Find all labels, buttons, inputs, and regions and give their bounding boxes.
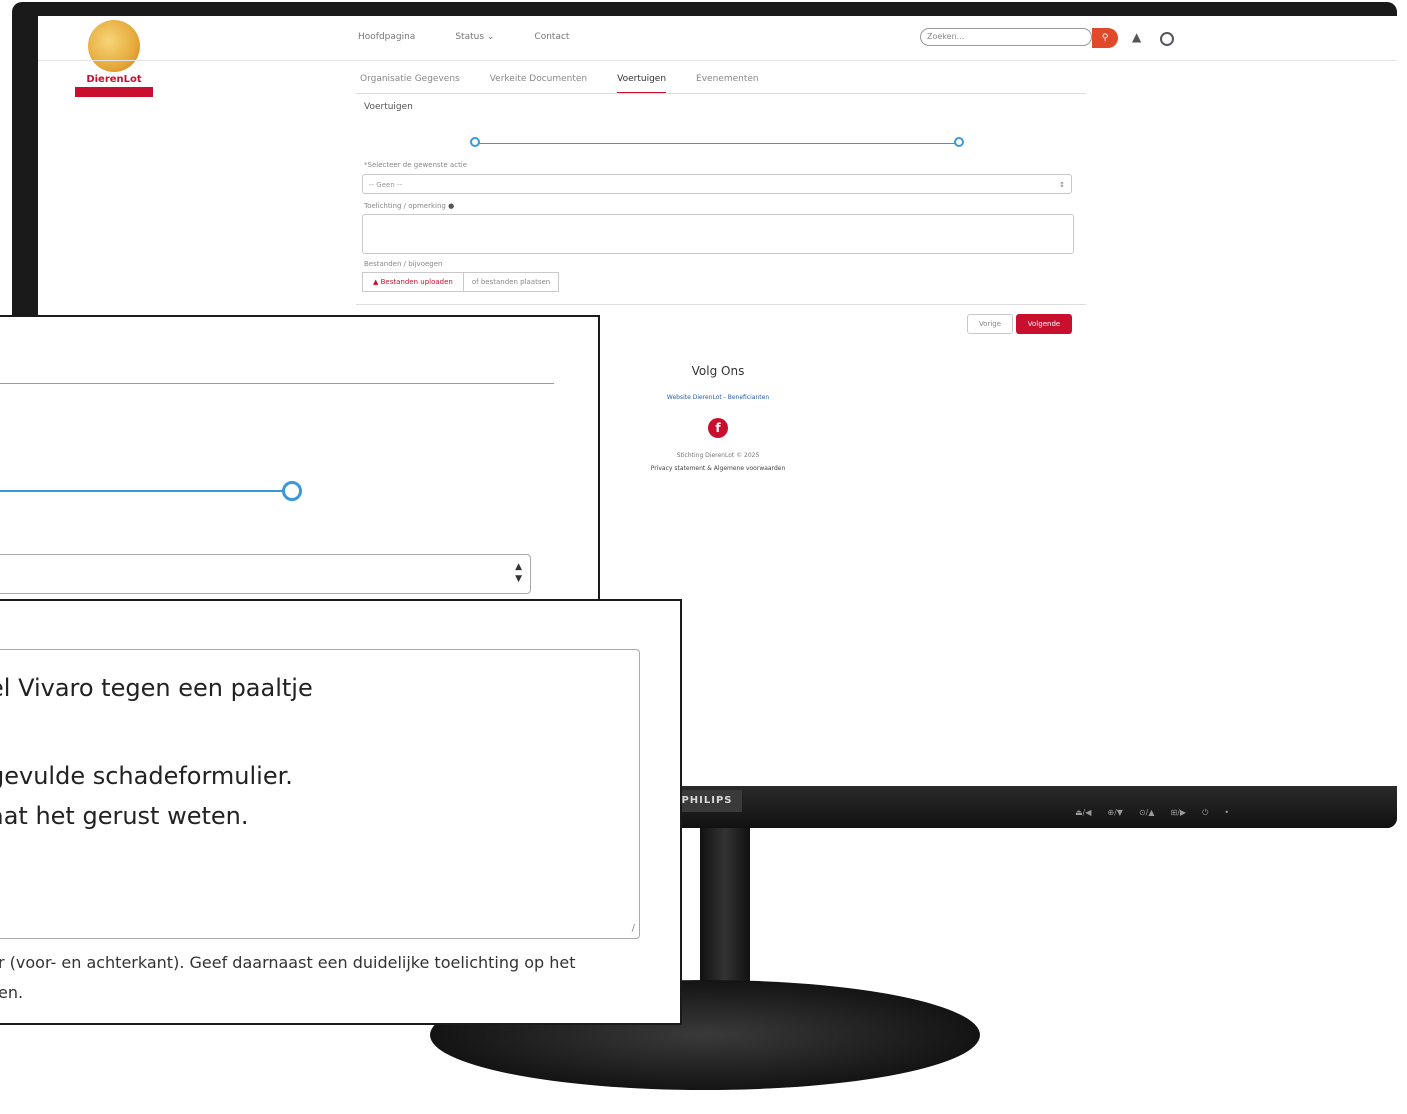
footer-copyright: Stichting DierenLot © 2025 [676,452,760,459]
logo-mark-icon [88,20,140,72]
user-icon[interactable] [1160,32,1174,46]
previous-button[interactable]: Vorige [967,314,1013,334]
section-title: Voertuigen [364,102,413,112]
upload-icon: ▲ [373,278,379,286]
footer-links[interactable]: Website DierenLot - Beneficianten [628,394,808,401]
top-nav: Hoofdpagina Status ⌄ Contact [358,32,569,42]
zoom-text-line: gevulde schadeformulier. [0,762,293,790]
remark-textarea[interactable] [362,214,1074,254]
action-select[interactable]: -- Geen -- ↕ [362,174,1072,194]
progress-line [476,143,958,144]
facebook-icon[interactable]: f [708,418,728,438]
search-icon: ⚲ [1101,33,1109,43]
zoom-select-arrows-icon: ▲ ▼ [515,562,522,584]
info-icon[interactable]: ● [448,202,454,210]
upload-button[interactable]: ▲ Bestanden uploaden [362,272,464,292]
zoom-callout-textarea: el Vivaro tegen een paaltje gevulde scha… [0,599,682,1025]
search-input[interactable]: Zoeken... [920,28,1092,46]
tab-organisatie[interactable]: Organisatie Gegevens [360,74,460,94]
logo-badge [75,87,153,97]
footer-privacy-link[interactable]: Privacy statement & Algemene voorwaarden [618,465,818,472]
zoom-text-line: aat het gerust weten. [0,802,249,830]
form-divider [356,304,1086,305]
nav-status[interactable]: Status ⌄ [455,32,494,42]
zoom-help-text: en. [0,983,24,1002]
textarea-label: Toelichting / opmerking ● [364,202,455,210]
zoom-progress-step-end [282,481,302,501]
zoom-remark-textarea[interactable]: el Vivaro tegen een paaltje gevulde scha… [0,649,640,939]
zoom-action-select[interactable]: ▲ ▼ [0,554,531,594]
osd-button-1[interactable]: ⏏/◀ [1075,808,1091,818]
select-arrows-icon: ↕ [1059,181,1065,189]
osd-button-3[interactable]: ⊙/▲ [1139,808,1155,818]
bell-icon[interactable]: ▲ [1132,30,1141,44]
osd-button-2[interactable]: ⊕/▼ [1107,808,1123,818]
action-select-value: -- Geen -- [369,181,403,189]
power-icon[interactable]: ⏻ [1202,808,1208,818]
nav-contact[interactable]: Contact [534,32,569,42]
tab-documenten[interactable]: Verkeite Documenten [490,74,587,94]
progress-step-end [954,137,964,147]
logo-name: DierenLot [86,74,142,85]
upload-group: ▲ Bestanden uploaden of bestanden plaats… [362,272,560,292]
monitor-brand: PHILIPS [672,790,742,812]
drop-zone[interactable]: of bestanden plaatsen [463,272,560,292]
zoom-text-line: el Vivaro tegen een paaltje [0,674,313,702]
zoom-help-text: r (voor- en achterkant). Geef daarnaast … [0,953,576,972]
upload-label: Bestanden / bijvoegen [364,260,443,268]
zoom-progress-line [0,490,284,492]
zoom-callout-progress: ▲ ▼ [0,315,600,615]
nav-home[interactable]: Hoofdpagina [358,32,415,42]
monitor-osd-buttons: ⏏/◀ ⊕/▼ ⊙/▲ ⊞/▶ ⏻ • [1075,808,1229,818]
next-button[interactable]: Volgende [1016,314,1072,334]
osd-button-4[interactable]: ⊞/▶ [1171,808,1187,818]
tab-evenementen[interactable]: Evenementen [696,74,759,94]
zoom-tab-divider [0,383,554,384]
tab-voertuigen[interactable]: Voertuigen [617,74,667,94]
header-divider [38,60,1397,61]
progress-step-start [470,137,480,147]
search-button[interactable]: ⚲ [1092,28,1118,48]
tab-bar: Organisatie Gegevens Verkeite Documenten… [360,74,759,94]
footer-title: Volg Ons [691,364,745,378]
site-logo[interactable]: DierenLot [74,20,154,97]
tab-divider [356,93,1086,94]
action-select-label: *Selecteer de gewenste actie [364,161,468,169]
power-led-icon: • [1224,808,1230,817]
resize-handle-icon[interactable]: ∕ [632,923,635,934]
